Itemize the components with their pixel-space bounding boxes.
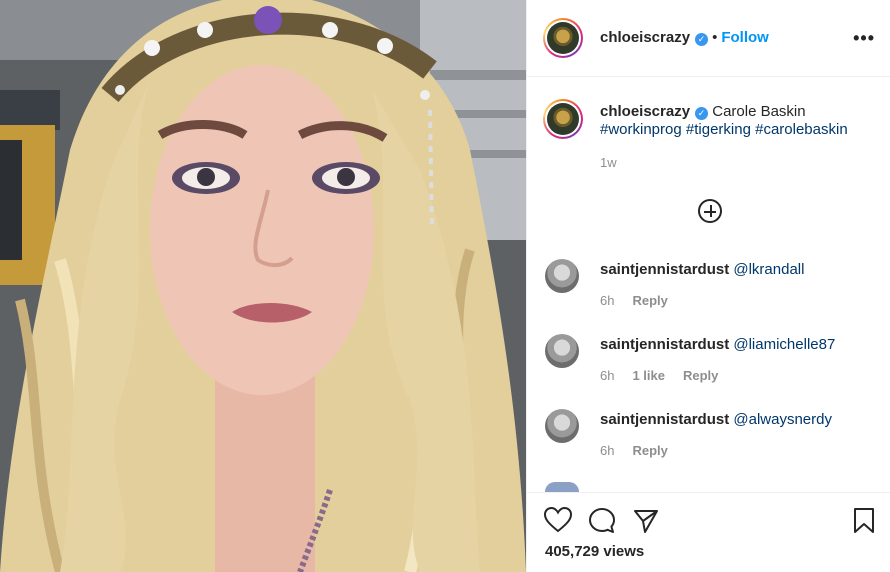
view-count[interactable]: 405,729 views (545, 543, 644, 560)
commenter-username[interactable]: saintjennistardust (600, 336, 729, 353)
post-side-panel: chloeiscrazy ✓ • Follow ••• chloeiscrazy ✓ C… (526, 0, 890, 572)
post-photo[interactable] (0, 0, 526, 572)
author-avatar-image (547, 22, 579, 54)
verified-badge-icon: ✓ (695, 107, 709, 120)
commenter-avatar[interactable] (545, 409, 579, 443)
reply-button[interactable]: Reply (632, 443, 667, 458)
comment-item: saintjennistardust @liamichelle87 6h 1 li… (527, 334, 890, 406)
load-more-comments-icon[interactable] (698, 199, 722, 223)
reply-button[interactable]: Reply (632, 293, 667, 308)
verified-badge-icon: ✓ (695, 33, 709, 46)
heart-icon[interactable] (544, 507, 572, 533)
more-options-icon[interactable]: ••• (853, 28, 875, 49)
header-separator: • (712, 29, 718, 46)
caption-body: Carole Baskin (712, 103, 806, 120)
commenter-avatar[interactable] (545, 334, 579, 368)
commenter-avatar[interactable] (545, 259, 579, 293)
caption-text: chloeiscrazy ✓ Carole Baskin #workinprog … (600, 103, 880, 172)
comment-meta: 6h Reply (600, 293, 686, 308)
post-header: chloeiscrazy ✓ • Follow ••• (527, 0, 890, 77)
caption-avatar[interactable] (543, 99, 583, 139)
comment-time: 6h (600, 293, 615, 308)
comment-mention[interactable]: @lkrandall (733, 261, 804, 278)
caption-username[interactable]: chloeiscrazy (600, 103, 690, 120)
comment-icon[interactable] (588, 507, 616, 535)
comment-item: saintjennistardust @alwaysnerdy 6h Reply (527, 409, 890, 481)
bookmark-icon[interactable] (853, 507, 875, 534)
post-actions: 405,729 views (527, 492, 890, 572)
header-user-row: chloeiscrazy ✓ • Follow (600, 29, 769, 47)
comment-likes[interactable]: 1 like (632, 368, 665, 383)
hashtag-link[interactable]: #tigerking (686, 121, 751, 138)
comment-mention[interactable]: @liamichelle87 (733, 336, 835, 353)
comment-mention[interactable]: @alwaysnerdy (733, 411, 832, 428)
follow-button[interactable]: Follow (721, 29, 769, 46)
caption-avatar-image (547, 103, 579, 135)
selfie-image (0, 0, 526, 572)
caption-time: 1w (600, 155, 617, 170)
author-avatar[interactable] (543, 18, 583, 58)
share-icon[interactable] (633, 508, 659, 534)
comment-meta: 6h 1 like Reply (600, 368, 736, 383)
hashtag-link[interactable]: #carolebaskin (755, 121, 848, 138)
comment-text: saintjennistardust @liamichelle87 (600, 336, 835, 354)
hashtag-link[interactable]: #workinprog (600, 121, 682, 138)
comment-text: saintjennistardust @lkrandall (600, 261, 804, 279)
comment-time: 6h (600, 368, 615, 383)
partial-comment-avatar (545, 482, 579, 492)
reply-button[interactable]: Reply (683, 368, 718, 383)
commenter-username[interactable]: saintjennistardust (600, 261, 729, 278)
comment-text: saintjennistardust @alwaysnerdy (600, 411, 832, 429)
comment-item: saintjennistardust @lkrandall 6h Reply (527, 259, 890, 331)
comment-meta: 6h Reply (600, 443, 686, 458)
author-username[interactable]: chloeiscrazy (600, 29, 690, 46)
comment-time: 6h (600, 443, 615, 458)
commenter-username[interactable]: saintjennistardust (600, 411, 729, 428)
